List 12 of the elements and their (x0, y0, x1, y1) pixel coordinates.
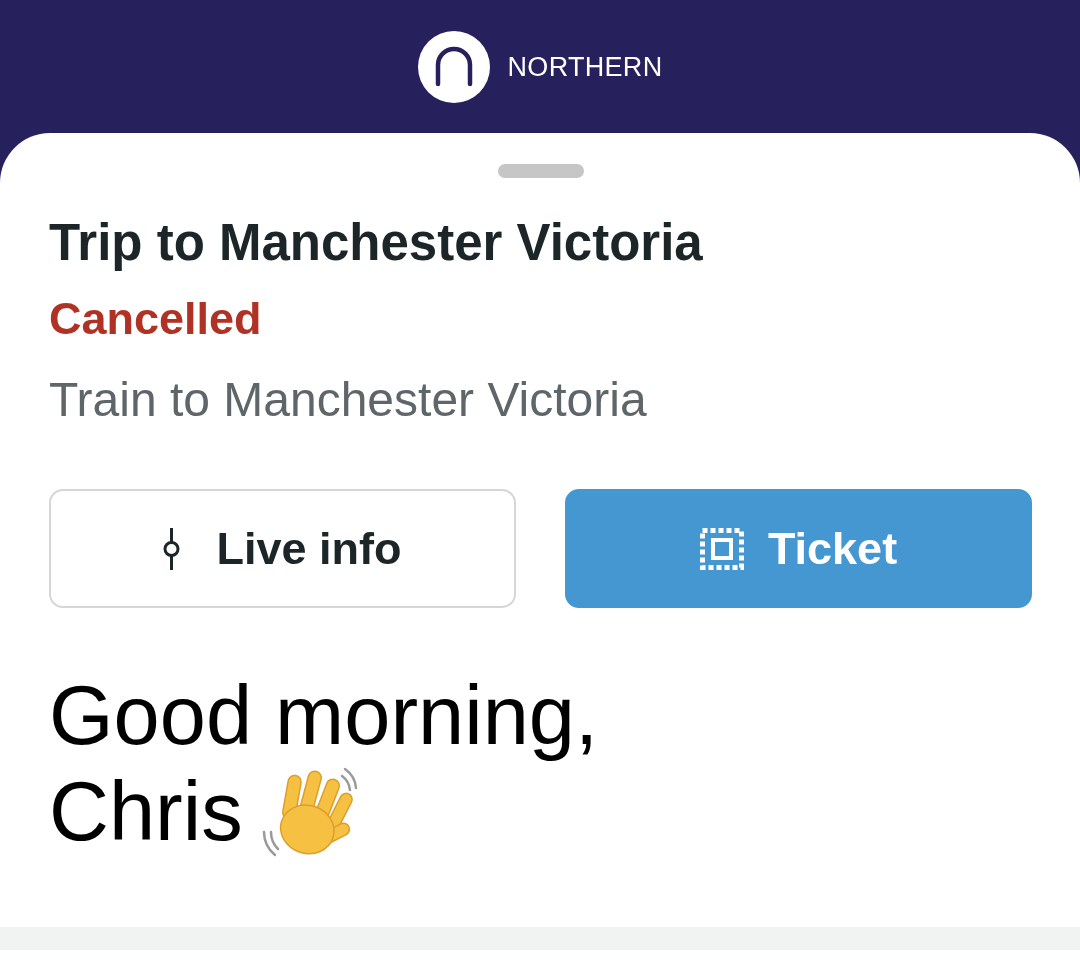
drag-handle[interactable] (497, 164, 584, 178)
arch-logo-icon (417, 31, 490, 103)
trip-status: Cancelled (49, 292, 263, 346)
trip-title: Trip to Manchester Victoria (49, 213, 704, 273)
trip-description: Train to Manchester Victoria (49, 372, 648, 428)
user-name: Chris (49, 764, 243, 860)
brand-name: NORTHERN (507, 51, 663, 84)
waving-hand-icon (260, 766, 359, 858)
greeting-text: Good morning, (49, 668, 600, 764)
stop-marker-icon (163, 527, 181, 570)
live-info-button[interactable]: Live info (49, 489, 516, 608)
ticket-icon (699, 527, 744, 570)
